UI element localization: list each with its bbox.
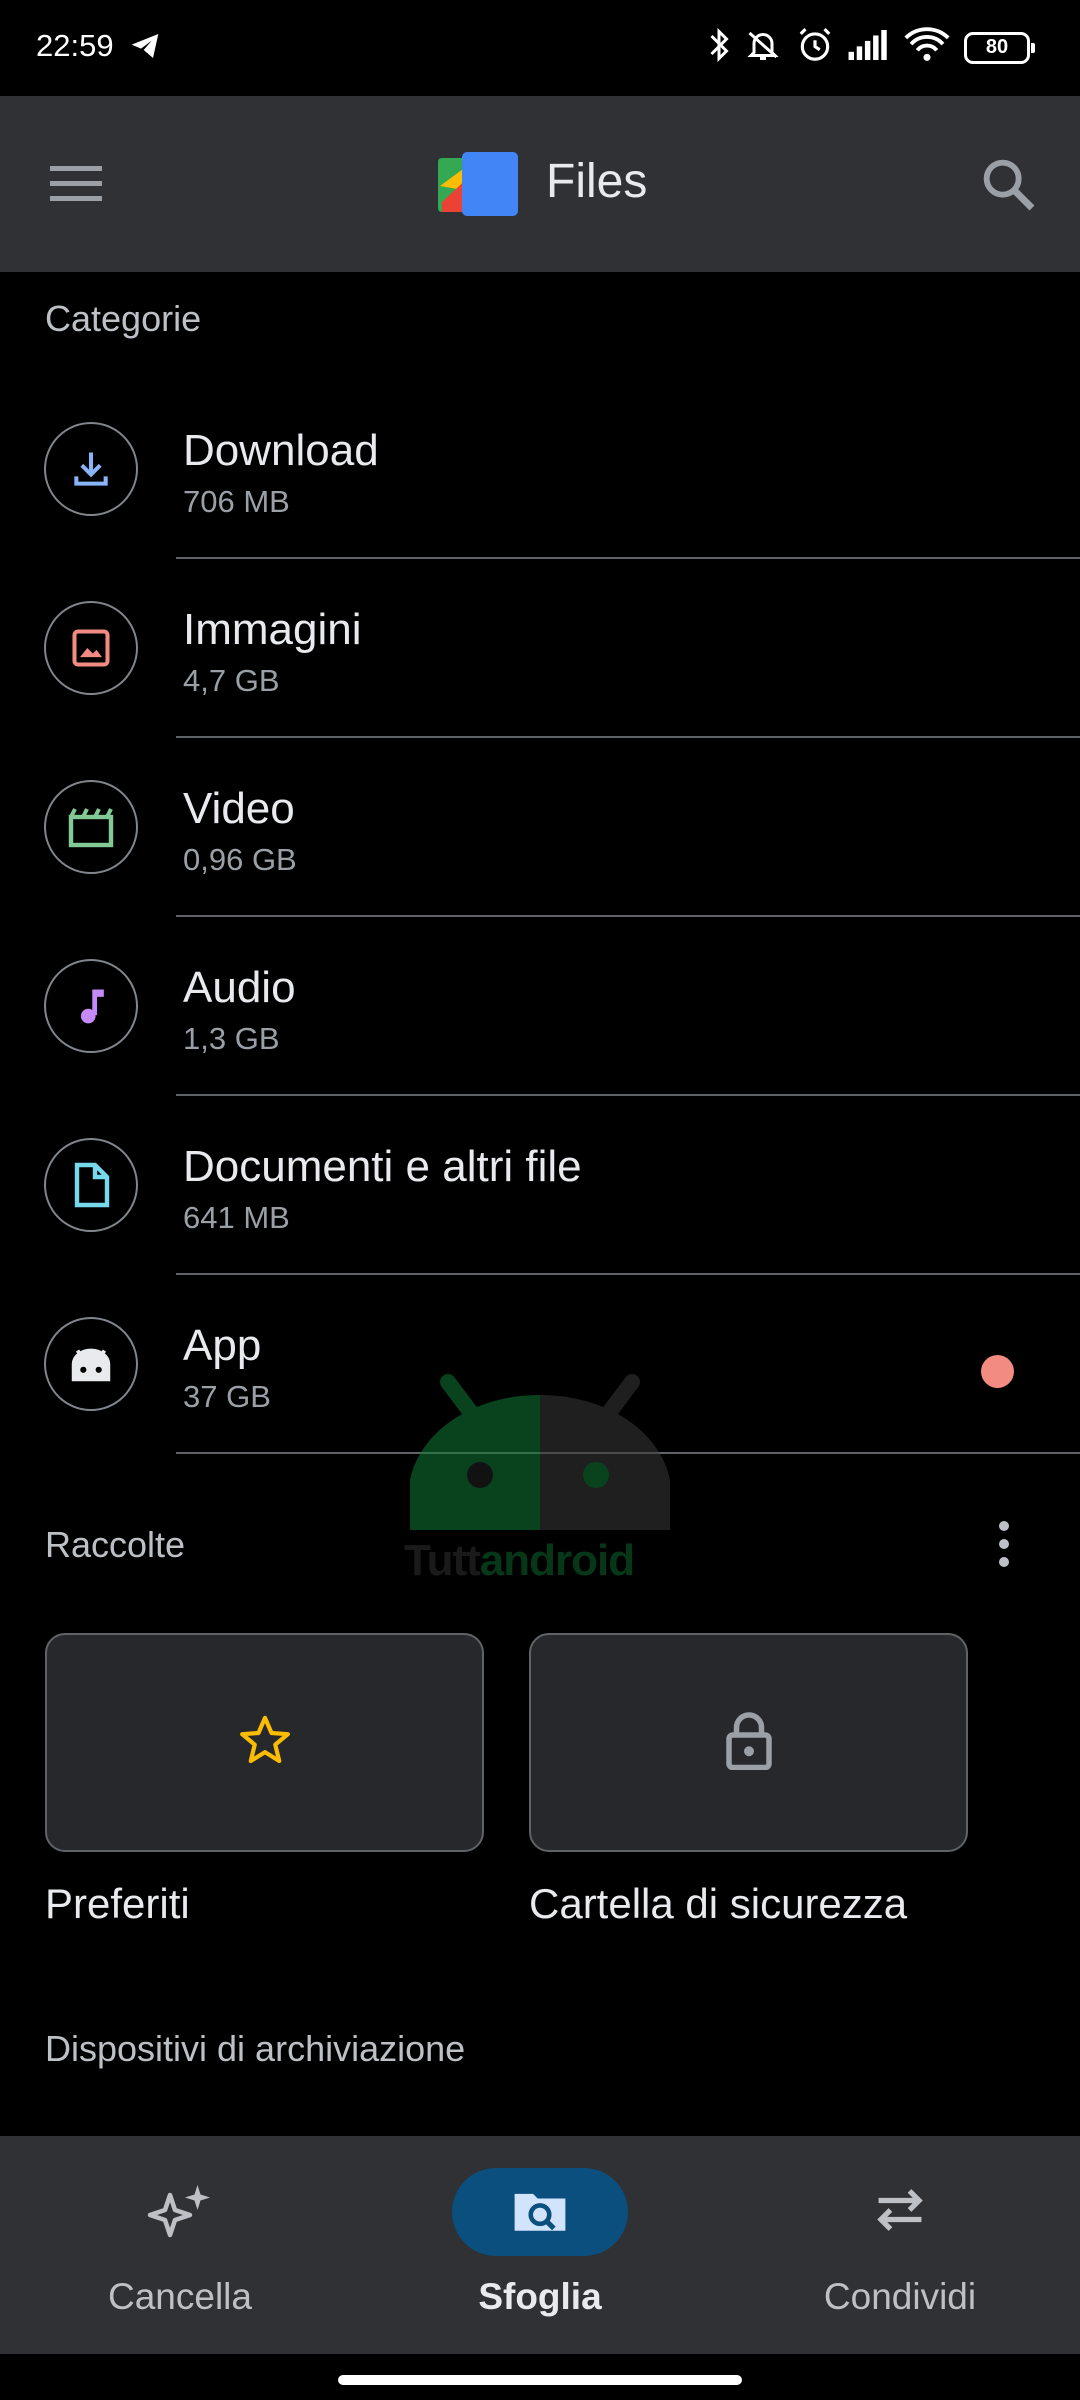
category-list: Download 706 MB Immagini 4,7 GB Video 0,… — [0, 380, 1080, 1454]
app-title: Files — [546, 155, 648, 208]
swap-icon — [869, 2183, 931, 2242]
menu-icon[interactable] — [50, 162, 102, 206]
android-icon — [44, 1317, 138, 1411]
category-images[interactable]: Immagini 4,7 GB — [0, 559, 1080, 738]
category-size: 706 MB — [183, 484, 290, 519]
battery-icon: 80 — [964, 31, 1035, 64]
category-documents[interactable]: Documenti e altri file 641 MB — [0, 1096, 1080, 1275]
gesture-bar[interactable] — [338, 2375, 742, 2385]
category-name: Download — [183, 426, 379, 475]
alarm-icon — [796, 26, 834, 69]
document-icon — [44, 1138, 138, 1232]
more-vert-icon[interactable] — [984, 1518, 1024, 1570]
audio-icon — [44, 959, 138, 1053]
category-size: 4,7 GB — [183, 663, 280, 698]
safe-folder-card[interactable] — [529, 1633, 968, 1852]
category-size: 0,96 GB — [183, 842, 297, 877]
sparkle-icon — [145, 2180, 215, 2245]
watermark-text-part: android — [479, 1536, 635, 1585]
mute-icon — [744, 27, 782, 68]
nav-pill-active — [452, 2168, 628, 2256]
category-name: Documenti e altri file — [183, 1142, 582, 1191]
notification-badge — [981, 1355, 1014, 1388]
bluetooth-icon — [708, 27, 730, 68]
status-time: 22:59 — [36, 28, 114, 63]
category-name: Audio — [183, 963, 296, 1012]
image-icon — [44, 601, 138, 695]
search-icon[interactable] — [976, 152, 1040, 216]
app-bar: Files — [0, 96, 1080, 272]
category-name: Video — [183, 784, 295, 833]
watermark-text-part: Tutt — [404, 1536, 481, 1585]
storage-heading: Dispositivi di archiviazione — [45, 2028, 466, 2069]
status-icons: 80 — [708, 26, 1035, 69]
watermark-text: Tuttandroid — [404, 1536, 635, 1586]
collections-heading: Raccolte — [45, 1524, 186, 1565]
nav-pill — [92, 2168, 268, 2256]
signal-icon — [848, 30, 890, 65]
nav-browse[interactable]: Sfoglia — [360, 2136, 720, 2354]
favorites-label: Preferiti — [45, 1880, 190, 1927]
favorites-card[interactable] — [45, 1633, 484, 1852]
telegram-icon — [128, 30, 162, 67]
category-audio[interactable]: Audio 1,3 GB — [0, 917, 1080, 1096]
download-icon — [44, 422, 138, 516]
video-icon — [44, 780, 138, 874]
nav-label: Condividi — [823, 2276, 977, 2317]
lock-icon — [724, 1710, 774, 1775]
category-name: Immagini — [183, 605, 362, 654]
browse-icon — [510, 2184, 570, 2241]
wifi-icon — [904, 27, 950, 68]
star-icon — [237, 1712, 293, 1773]
bottom-navigation: Cancella Sfoglia Condividi — [0, 2136, 1080, 2354]
category-size: 1,3 GB — [183, 1021, 280, 1056]
safe-folder-label: Cartella di sicurezza — [529, 1880, 908, 1927]
category-size: 37 GB — [183, 1379, 271, 1414]
nav-share[interactable]: Condividi — [720, 2136, 1080, 2354]
nav-clean[interactable]: Cancella — [0, 2136, 360, 2354]
category-video[interactable]: Video 0,96 GB — [0, 738, 1080, 917]
categories-heading: Categorie — [45, 298, 202, 339]
category-size: 641 MB — [183, 1200, 290, 1235]
category-name: App — [183, 1321, 262, 1370]
nav-pill — [812, 2168, 988, 2256]
status-bar: 22:59 80 — [0, 0, 1080, 96]
category-download[interactable]: Download 706 MB — [0, 380, 1080, 559]
nav-label: Sfoglia — [478, 2276, 602, 2317]
files-logo-icon — [438, 152, 520, 216]
nav-label: Cancella — [108, 2276, 252, 2317]
